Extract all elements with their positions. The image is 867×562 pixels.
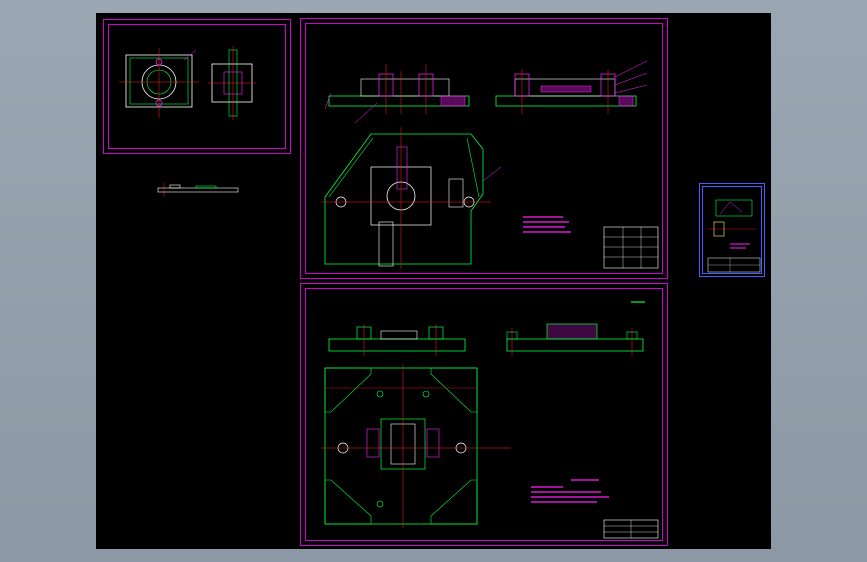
part-views [119,46,256,120]
sheet-assembly-bottom[interactable] [300,283,668,546]
assembly-views [321,301,659,539]
sheet-assembly-top[interactable] [300,18,668,279]
loose-detail-drawing [157,183,239,197]
assembly-views [321,60,659,269]
cad-drawing-canvas[interactable] [96,13,771,549]
sheet-small-topleft[interactable] [103,19,291,154]
sheet-thumbnail-right[interactable] [699,183,765,277]
part-views [707,199,761,273]
